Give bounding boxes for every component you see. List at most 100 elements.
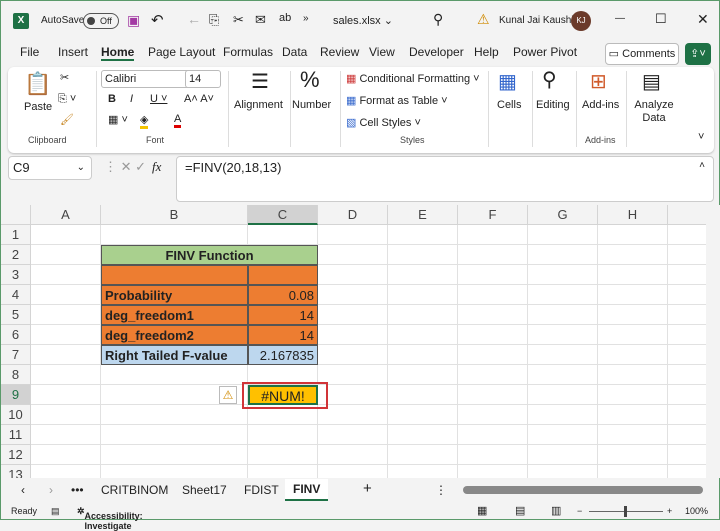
label-cell[interactable]: Probability: [101, 285, 248, 305]
cell[interactable]: [248, 445, 318, 465]
font-size-select[interactable]: 14: [185, 70, 221, 88]
cell[interactable]: [458, 425, 528, 445]
cell[interactable]: [598, 345, 668, 365]
cell[interactable]: [598, 425, 668, 445]
tab-data[interactable]: Data: [282, 45, 307, 59]
more-icon[interactable]: »: [303, 13, 309, 24]
tab-developer[interactable]: Developer: [409, 45, 464, 59]
zoom-slider-thumb[interactable]: [624, 506, 627, 517]
row-header-5[interactable]: 5: [1, 305, 31, 325]
column-header-G[interactable]: G: [528, 205, 598, 225]
cell[interactable]: [668, 345, 706, 365]
row-header-11[interactable]: 11: [1, 425, 31, 445]
cell[interactable]: [668, 385, 706, 405]
bold-button[interactable]: B: [108, 93, 116, 105]
value-cell[interactable]: 14: [248, 325, 318, 345]
cell[interactable]: [528, 225, 598, 245]
row-header-2[interactable]: 2: [1, 245, 31, 265]
sheet-tab-fdist[interactable]: FDIST: [244, 483, 279, 497]
column-header-B[interactable]: B: [101, 205, 248, 225]
editing-button[interactable]: Editing: [536, 99, 570, 111]
tab-review[interactable]: Review: [320, 45, 359, 59]
cell[interactable]: [31, 265, 101, 285]
row-header-12[interactable]: 12: [1, 445, 31, 465]
tab-home[interactable]: Home: [101, 45, 135, 61]
cell[interactable]: [668, 245, 706, 265]
table-empty-c3[interactable]: [248, 265, 318, 285]
next-sheet-icon[interactable]: ›: [49, 483, 53, 497]
cell[interactable]: [528, 365, 598, 385]
cell[interactable]: [528, 445, 598, 465]
format-as-table-button[interactable]: ▦ Format as Table ˅: [346, 94, 448, 107]
avatar[interactable]: KJ: [571, 11, 591, 31]
cell[interactable]: [101, 425, 248, 445]
cell[interactable]: [101, 225, 248, 245]
cell[interactable]: [668, 265, 706, 285]
cell[interactable]: [528, 265, 598, 285]
more-sheets-icon[interactable]: •••: [71, 483, 84, 497]
cell[interactable]: [318, 225, 388, 245]
page-break-view-icon[interactable]: ▥: [551, 504, 561, 517]
tab-formulas[interactable]: Formulas: [223, 45, 273, 59]
column-header-F[interactable]: F: [458, 205, 528, 225]
cell[interactable]: [458, 285, 528, 305]
cell[interactable]: [458, 365, 528, 385]
cell[interactable]: [248, 225, 318, 245]
row-header-1[interactable]: 1: [1, 225, 31, 245]
cell[interactable]: [31, 225, 101, 245]
cell[interactable]: [668, 445, 706, 465]
cell[interactable]: [388, 305, 458, 325]
cell[interactable]: [388, 285, 458, 305]
cell[interactable]: [458, 225, 528, 245]
cell[interactable]: [598, 225, 668, 245]
cell[interactable]: [458, 405, 528, 425]
select-all-corner[interactable]: [1, 205, 31, 225]
cell[interactable]: [528, 385, 598, 405]
row-header-7[interactable]: 7: [1, 345, 31, 365]
add-sheet-icon[interactable]: +: [363, 480, 372, 497]
row-header-9[interactable]: 9: [1, 385, 31, 405]
sheet-tab-finv[interactable]: FINV: [285, 479, 329, 501]
italic-button[interactable]: I: [130, 93, 133, 105]
cell[interactable]: [31, 245, 101, 265]
cell[interactable]: [668, 465, 706, 478]
cell[interactable]: [31, 345, 101, 365]
cell[interactable]: [528, 325, 598, 345]
cell-styles-button[interactable]: ▧ Cell Styles ˅: [346, 116, 421, 129]
macro-icon[interactable]: ▤: [51, 506, 60, 517]
column-header-E[interactable]: E: [388, 205, 458, 225]
column-header-A[interactable]: A: [31, 205, 101, 225]
font-color-icon[interactable]: A: [174, 113, 182, 128]
font-name-select[interactable]: Calibri: [101, 70, 191, 88]
row-header-10[interactable]: 10: [1, 405, 31, 425]
spelling-icon[interactable]: ab: [279, 12, 291, 24]
value-cell[interactable]: 2.167835: [248, 345, 318, 365]
cell[interactable]: [388, 225, 458, 245]
zoom-out-icon[interactable]: −: [577, 506, 582, 516]
cell[interactable]: [388, 245, 458, 265]
cell[interactable]: [318, 405, 388, 425]
cell[interactable]: [318, 245, 388, 265]
cell[interactable]: [598, 325, 668, 345]
table-title-cell[interactable]: FINV Function: [101, 245, 318, 265]
cell[interactable]: [388, 425, 458, 445]
paste-icon[interactable]: 📋: [24, 71, 51, 97]
minimize-button[interactable]: —: [615, 13, 625, 24]
tab-file[interactable]: File: [20, 45, 39, 59]
cell[interactable]: [318, 465, 388, 478]
undo-icon[interactable]: ↶: [151, 11, 164, 29]
tab-help[interactable]: Help: [474, 45, 499, 59]
cell[interactable]: [528, 345, 598, 365]
cell[interactable]: [528, 405, 598, 425]
grow-font-button[interactable]: A˄ A˅: [184, 93, 214, 105]
column-header-H[interactable]: H: [598, 205, 668, 225]
cell[interactable]: [318, 325, 388, 345]
cell[interactable]: [318, 265, 388, 285]
formula-input[interactable]: =FINV(20,18,13) ˄: [176, 156, 714, 202]
column-header-D[interactable]: D: [318, 205, 388, 225]
fill-color-icon[interactable]: ◈: [140, 113, 149, 129]
redo-icon[interactable]: ←: [187, 11, 201, 27]
error-warning-icon[interactable]: ⚠: [219, 386, 237, 404]
cell[interactable]: [668, 425, 706, 445]
cell[interactable]: [458, 445, 528, 465]
